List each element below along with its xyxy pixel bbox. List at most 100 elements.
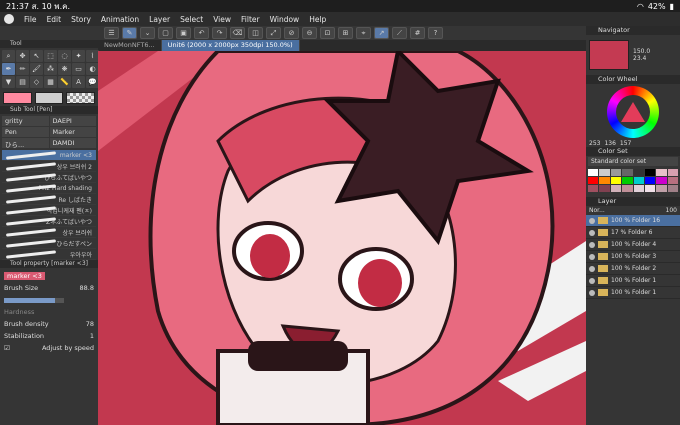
invert-icon[interactable]: ⊖ [302, 27, 317, 39]
palette-color[interactable] [610, 169, 622, 176]
tab-unit6[interactable]: Unit6 (2000 x 2000px 350dpi 150.0%) [161, 40, 300, 51]
color-wheel[interactable] [586, 84, 680, 140]
eye-icon[interactable] [589, 217, 595, 224]
eye-icon[interactable] [589, 289, 595, 296]
palette-color[interactable] [633, 169, 644, 176]
main-color-swatch[interactable] [3, 92, 32, 104]
clear-icon[interactable]: ⌫ [230, 27, 245, 39]
palette-color[interactable] [622, 169, 633, 176]
palette-color[interactable] [622, 177, 633, 184]
palette-color[interactable] [667, 177, 678, 184]
eye-icon[interactable] [589, 277, 595, 284]
snap-grid-icon[interactable]: # [410, 27, 425, 39]
eye-icon[interactable] [589, 265, 595, 272]
zoom-tool-icon[interactable]: ⌕ [2, 50, 15, 62]
rgb-red[interactable]: 253 [589, 140, 600, 147]
palette-color[interactable] [644, 177, 656, 184]
menu-file[interactable]: File [24, 15, 37, 24]
blend-mode-select[interactable]: Nor... [589, 207, 605, 214]
layer-row[interactable]: 100 % Folder 2 [586, 263, 680, 275]
palette-color[interactable] [610, 177, 622, 184]
canvas-icon[interactable]: ▢ [158, 27, 173, 39]
wand-tool-icon[interactable]: ✦ [72, 50, 85, 62]
palette-color[interactable] [644, 185, 656, 192]
layer-row[interactable]: 100 % Folder 4 [586, 239, 680, 251]
brush-tool-icon[interactable]: 🖌 [30, 63, 43, 75]
decoration-tool-icon[interactable]: ❋ [58, 63, 71, 75]
palette-color[interactable] [633, 177, 644, 184]
subtool-group[interactable]: gritty [2, 116, 49, 126]
menu-filter[interactable]: Filter [241, 15, 260, 24]
brush-item[interactable]: ひらだすペン [2, 238, 96, 249]
brush-size-value[interactable]: 88.8 [80, 284, 94, 292]
drawing-canvas[interactable] [98, 51, 586, 425]
transform-icon[interactable]: ⤢ [266, 27, 281, 39]
menu-window[interactable]: Window [270, 15, 300, 24]
pen-tool-icon[interactable]: ✒ [2, 63, 15, 75]
brush-item[interactable]: 우아우아 [2, 249, 96, 260]
adjust-by-speed-checkbox[interactable]: ☑ [4, 344, 10, 352]
brush-item[interactable]: 상우 브러쉬 [2, 227, 96, 238]
eye-icon[interactable] [589, 241, 595, 248]
menu-grid-icon[interactable]: ☰ [104, 27, 119, 39]
select-tool-icon[interactable]: ⬚ [44, 50, 57, 62]
chevron-down-icon[interactable]: ⌄ [140, 27, 155, 39]
redo-icon[interactable]: ↷ [212, 27, 227, 39]
menu-edit[interactable]: Edit [47, 15, 62, 24]
undo-icon[interactable]: ↶ [194, 27, 209, 39]
deselect-icon[interactable]: ⊘ [284, 27, 299, 39]
subtool-group[interactable]: DAMDI [49, 138, 96, 148]
navigator-thumbnail[interactable] [589, 40, 629, 70]
pen-tool-icon[interactable]: ✎ [122, 27, 137, 39]
palette-color[interactable] [667, 169, 678, 176]
palette-color[interactable] [588, 169, 599, 176]
rgb-green[interactable]: 136 [604, 140, 615, 147]
snap-icon[interactable]: ⌖ [356, 27, 371, 39]
brush-item[interactable]: Re しばたき [2, 194, 96, 205]
palette-color[interactable] [599, 169, 610, 176]
menu-layer[interactable]: Layer [149, 15, 170, 24]
palette-color[interactable] [644, 169, 656, 176]
palette-color[interactable] [656, 177, 667, 184]
palette-color[interactable] [656, 169, 667, 176]
eye-icon[interactable] [589, 253, 595, 260]
layer-opacity[interactable]: 100 [666, 207, 677, 214]
layer-row[interactable]: 100 % Folder 3 [586, 251, 680, 263]
subtool-group[interactable]: ひら... [2, 138, 49, 148]
eye-icon[interactable] [589, 229, 595, 236]
eraser-tool-icon[interactable]: ▭ [72, 63, 85, 75]
brush-item[interactable]: PR2 Hard shading [2, 183, 96, 194]
palette-color[interactable] [588, 185, 599, 192]
palette-color[interactable] [622, 185, 633, 192]
brush-item[interactable]: Zネふてばいやつ [2, 216, 96, 227]
menu-help[interactable]: Help [309, 15, 326, 24]
menu-view[interactable]: View [213, 15, 231, 24]
lasso-tool-icon[interactable]: ◌ [58, 50, 71, 62]
rgb-blue[interactable]: 157 [620, 140, 631, 147]
layer-row[interactable]: 17 % Folder 6 [586, 227, 680, 239]
palette-color[interactable] [599, 185, 610, 192]
brush-item[interactable]: 작업니케재 펜(ㅈ) [2, 205, 96, 216]
menu-select[interactable]: Select [180, 15, 203, 24]
brush-item[interactable]: ひらふてばいやつ [2, 172, 96, 183]
zoom-value[interactable]: 150.0 [633, 48, 650, 55]
tab-newmon[interactable]: NewMonNFT6... [98, 40, 162, 51]
text-tool-icon[interactable]: A [72, 76, 85, 88]
save-icon[interactable]: ▣ [176, 27, 191, 39]
move-tool-icon[interactable]: ✥ [16, 50, 29, 62]
layer-row[interactable]: 100 % Folder 16 [586, 215, 680, 227]
figure-tool-icon[interactable]: ◇ [30, 76, 43, 88]
brush-density-value[interactable]: 78 [86, 320, 94, 328]
fill-tool-icon[interactable]: ▼ [2, 76, 15, 88]
menu-story[interactable]: Story [71, 15, 91, 24]
operation-tool-icon[interactable]: ↖ [30, 50, 43, 62]
frame-tool-icon[interactable]: ▦ [44, 76, 57, 88]
ruler-icon[interactable]: ⊞ [338, 27, 353, 39]
palette-color[interactable] [633, 185, 644, 192]
palette-color[interactable] [667, 185, 678, 192]
palette-color[interactable] [599, 177, 610, 184]
crop-icon[interactable]: ⊡ [320, 27, 335, 39]
help-icon[interactable]: ? [428, 27, 443, 39]
palette-color[interactable] [588, 177, 599, 184]
subtool-group[interactable]: Marker [49, 127, 96, 137]
